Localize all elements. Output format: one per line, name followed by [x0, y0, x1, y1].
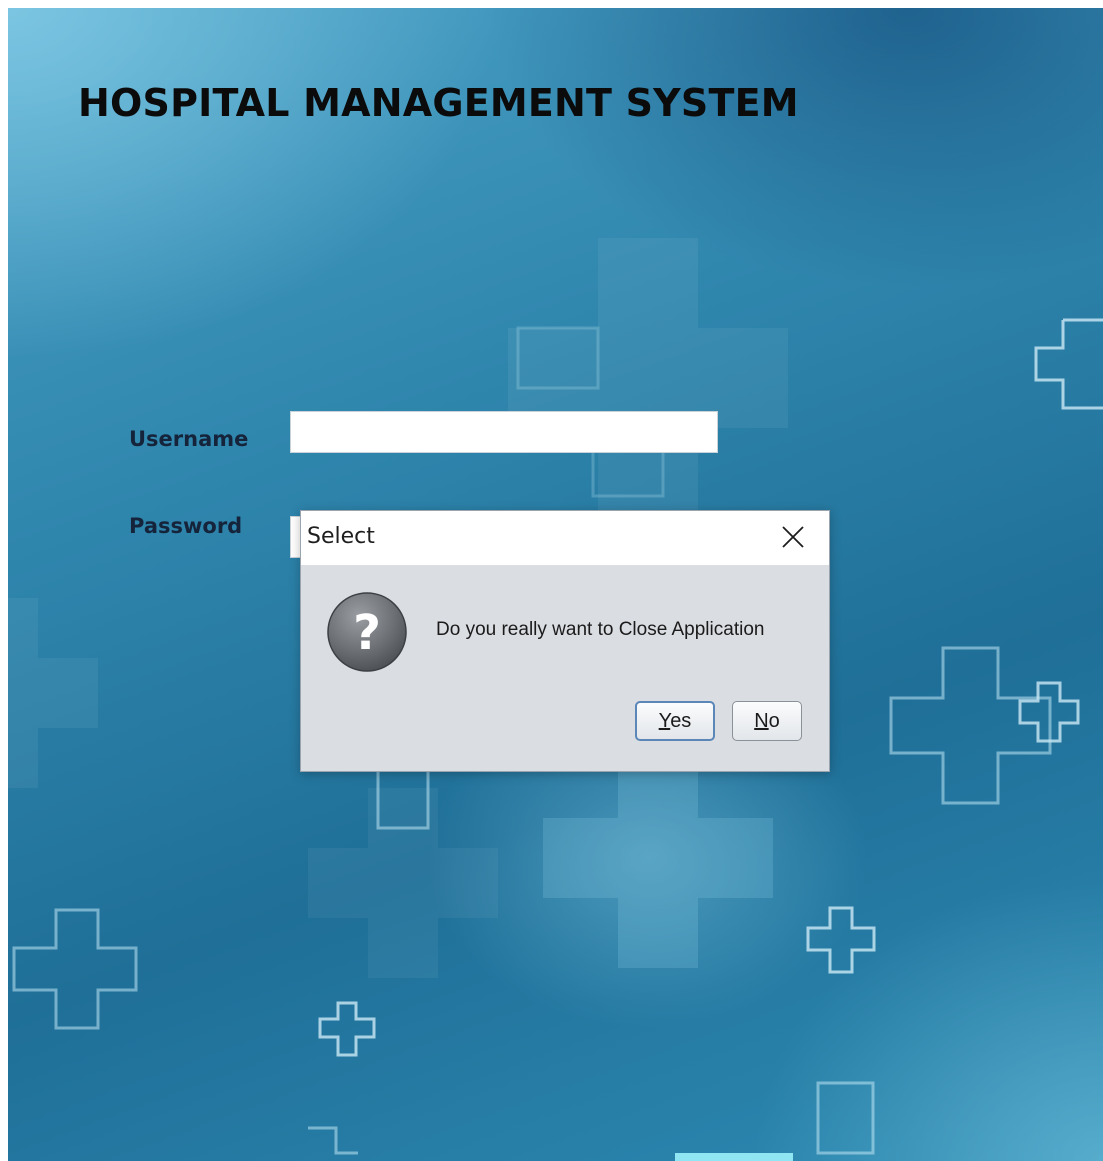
login-window: HOSPITAL MANAGEMENT SYSTEM Username Pass…	[8, 8, 1103, 1161]
dialog-close-button[interactable]	[757, 511, 829, 565]
dialog-message: Do you really want to Close Application	[436, 619, 765, 640]
svg-text:?: ?	[353, 605, 381, 661]
question-icon: ?	[327, 592, 407, 672]
yes-button-label: es	[670, 710, 692, 732]
no-mnemonic: N	[754, 710, 769, 732]
dialog-title: Select	[307, 524, 375, 549]
no-button-label: o	[768, 710, 780, 732]
yes-mnemonic: Y	[658, 710, 671, 732]
bottom-accent-strip	[675, 1153, 793, 1161]
username-label: Username	[129, 427, 249, 451]
app-title: HOSPITAL MANAGEMENT SYSTEM	[78, 81, 799, 125]
password-label: Password	[129, 514, 243, 538]
yes-button[interactable]: Yes	[635, 701, 715, 741]
username-input[interactable]	[290, 411, 718, 453]
dialog-titlebar[interactable]: Select	[301, 511, 829, 565]
close-icon	[782, 526, 804, 548]
confirm-close-dialog: Select ? Do you really want to Close App…	[300, 510, 830, 772]
no-button[interactable]: No	[732, 701, 802, 741]
